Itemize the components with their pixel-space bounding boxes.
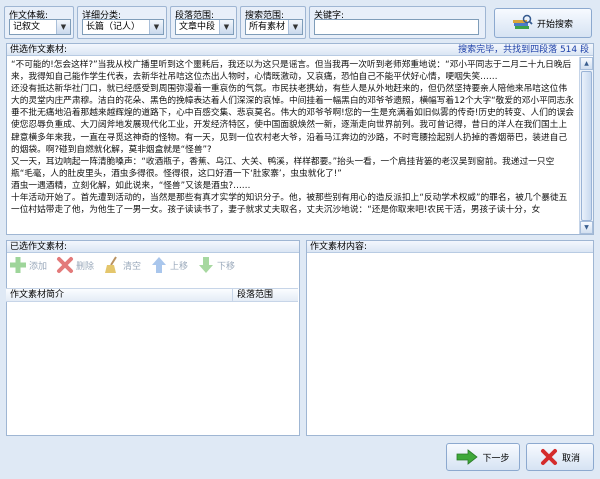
chevron-down-icon: ▼ bbox=[288, 20, 302, 34]
selected-toolbar: 添加 删除 清空 上移 下移 bbox=[6, 254, 241, 276]
scroll-up-icon[interactable]: ▲ bbox=[580, 57, 593, 70]
column-range[interactable]: 段落范围 bbox=[232, 289, 273, 301]
material-paragraph: 酒虫一遇酒精，立刻化解，如此说来，“怪兽”又该是酒虫?…… bbox=[11, 180, 251, 191]
material-paragraph: “不可能的!怎会这样?”当我从校广播里听到这个噩耗后，我还以为这只是谣言。但当我… bbox=[11, 60, 572, 83]
clear-label: 清空 bbox=[123, 261, 142, 272]
delete-button[interactable]: 删除 bbox=[53, 254, 100, 276]
column-summary[interactable]: 作文素材简介 bbox=[10, 289, 64, 301]
material-panel: 供选作文素材: 搜索完毕，共找到四段落 514 段 “不可能的!怎会这样?”当我… bbox=[6, 43, 594, 235]
material-panel-title: 供选作文素材: bbox=[10, 45, 68, 55]
arrow-down-icon bbox=[199, 257, 213, 273]
genre-value: 记叙文 bbox=[13, 22, 41, 32]
add-button[interactable]: 添加 bbox=[6, 254, 53, 276]
next-label: 下一步 bbox=[482, 453, 510, 464]
content-panel: 作文素材内容: bbox=[306, 240, 594, 436]
scope-group: 搜索范围: 所有素材 ▼ bbox=[240, 6, 306, 39]
material-paragraph: 十年活动开始了。首先遭到活动的，当然是那些有真才实学的知识分子。他，被那些别有用… bbox=[11, 193, 568, 216]
chevron-down-icon: ▼ bbox=[149, 20, 163, 34]
selected-table-header: 作文素材简介 段落范围 bbox=[6, 288, 298, 302]
search-books-icon bbox=[512, 14, 533, 29]
scroll-thumb[interactable] bbox=[581, 71, 592, 221]
content-panel-header: 作文素材内容: bbox=[307, 241, 593, 253]
add-label: 添加 bbox=[29, 261, 48, 272]
material-text[interactable]: “不可能的!怎会这样?”当我从校广播里听到这个噩耗后，我还以为这只是谣言。但当我… bbox=[7, 57, 579, 234]
arrow-up-icon bbox=[152, 257, 166, 273]
keyword-input[interactable] bbox=[314, 19, 479, 35]
subcategory-group: 详细分类: 长篇（记人） ▼ bbox=[77, 6, 167, 39]
material-paragraph: 还没有抵达新华社门口，就已经感受到周围弥漫着一重哀伤的气氛。市民扶老携幼，有些人… bbox=[11, 84, 574, 155]
scope-value: 所有素材 bbox=[249, 22, 286, 32]
scroll-down-icon[interactable]: ▼ bbox=[580, 221, 593, 234]
delete-x-icon bbox=[57, 257, 73, 273]
material-scrollbar[interactable]: ▲ ▼ bbox=[579, 57, 593, 234]
start-search-button[interactable]: 开始搜索 bbox=[494, 8, 592, 38]
clear-button[interactable]: 清空 bbox=[100, 254, 147, 276]
paragraph-group: 段落范围: 文章中段 ▼ bbox=[170, 6, 237, 39]
plus-icon bbox=[10, 257, 26, 273]
delete-label: 删除 bbox=[76, 261, 95, 272]
material-paragraph: 又一天，耳边响起一阵清脆嗓声：“收酒瓶子，香蕉、乌江、大关、鸭溪，样样都要。”抬… bbox=[11, 156, 555, 179]
selected-panel-title: 已选作文素材: bbox=[10, 242, 68, 252]
cancel-label: 取消 bbox=[561, 453, 580, 464]
start-search-label: 开始搜索 bbox=[536, 19, 573, 30]
cancel-x-icon bbox=[540, 449, 557, 465]
genre-group: 作文体裁: 记叙文 ▼ bbox=[4, 6, 74, 39]
scope-select[interactable]: 所有素材 ▼ bbox=[245, 19, 303, 35]
move-up-label: 上移 bbox=[170, 261, 189, 272]
next-button[interactable]: 下一步 bbox=[446, 443, 520, 471]
chevron-down-icon: ▼ bbox=[56, 20, 70, 34]
move-up-button[interactable]: 上移 bbox=[147, 254, 194, 276]
content-panel-title: 作文素材内容: bbox=[310, 242, 368, 252]
move-down-label: 下移 bbox=[217, 261, 236, 272]
material-panel-header: 供选作文素材: 搜索完毕，共找到四段落 514 段 bbox=[7, 44, 593, 56]
arrow-right-icon bbox=[457, 449, 479, 465]
broom-icon bbox=[105, 256, 117, 273]
move-down-button[interactable]: 下移 bbox=[194, 254, 241, 276]
chevron-down-icon: ▼ bbox=[219, 20, 233, 34]
subcategory-select[interactable]: 长篇（记人） ▼ bbox=[82, 19, 164, 35]
genre-select[interactable]: 记叙文 ▼ bbox=[9, 19, 71, 35]
keyword-group: 关键字: bbox=[309, 6, 486, 39]
search-status: 搜索完毕，共找到四段落 514 段 bbox=[458, 45, 589, 55]
cancel-button[interactable]: 取消 bbox=[526, 443, 594, 471]
paragraph-select[interactable]: 文章中段 ▼ bbox=[175, 19, 234, 35]
selected-panel-header: 已选作文素材: bbox=[7, 241, 299, 253]
paragraph-value: 文章中段 bbox=[179, 22, 216, 32]
subcategory-value: 长篇（记人） bbox=[86, 22, 141, 32]
